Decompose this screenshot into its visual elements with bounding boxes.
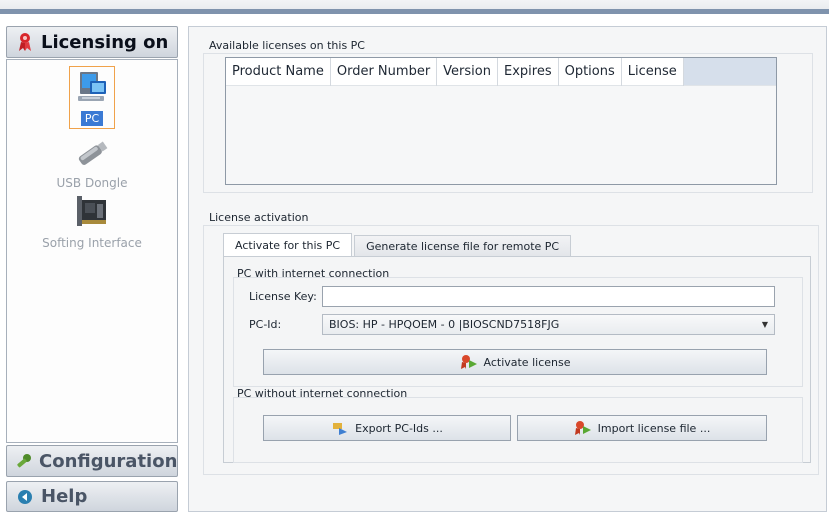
import-license-icon — [574, 420, 592, 436]
nav-configuration-label: Configuration — [39, 450, 178, 472]
nav-item-usb-dongle-label: USB Dongle — [56, 176, 128, 190]
pcid-selected-value: BIOS: HP - HPQOEM - 0 |BIOSCND7518FJG — [329, 318, 560, 331]
configuration-icon — [15, 451, 33, 471]
license-key-input[interactable] — [322, 286, 775, 307]
nav-configuration-header[interactable]: Configuration — [6, 445, 178, 477]
licensing-icon — [15, 32, 35, 52]
nav-devices-panel: PC USB Dongle Softing Interface — [6, 59, 178, 443]
import-license-file-button[interactable]: Import license file ... — [517, 415, 767, 441]
interface-card-icon — [73, 192, 111, 234]
pc-selected-frame: PC — [69, 66, 115, 129]
column-header-version[interactable]: Version — [437, 58, 498, 86]
column-header-expires[interactable]: Expires — [498, 58, 559, 86]
pc-icon — [74, 69, 110, 109]
activate-license-icon — [460, 354, 478, 370]
export-pcids-label: Export PC-Ids ... — [355, 421, 443, 435]
top-accent-line — [0, 9, 829, 14]
nav-licensing-header[interactable]: Licensing on — [6, 26, 178, 58]
chevron-down-icon: ▼ — [761, 320, 768, 329]
online-caption: PC with internet connection — [237, 267, 390, 280]
activate-license-label: Activate license — [483, 355, 571, 369]
column-header-options[interactable]: Options — [559, 58, 622, 86]
activate-license-button[interactable]: Activate license — [263, 349, 767, 375]
pcid-select[interactable]: BIOS: HP - HPQOEM - 0 |BIOSCND7518FJG ▼ — [322, 314, 775, 335]
import-license-file-label: Import license file ... — [597, 421, 711, 435]
nav-item-usb-dongle[interactable]: USB Dongle — [7, 138, 177, 190]
nav-item-pc[interactable]: PC — [7, 66, 177, 129]
left-navigation: Licensing on PC USB Dongle Softing Inter… — [6, 26, 178, 512]
tab-activate-for-this-pc[interactable]: Activate for this PC — [223, 233, 353, 257]
window-top-bar — [0, 0, 829, 14]
export-icon — [331, 420, 349, 436]
nav-licensing-label: Licensing on — [41, 31, 169, 53]
nav-item-pc-label: PC — [80, 111, 104, 126]
help-icon — [15, 487, 35, 507]
column-header-product-name[interactable]: Product Name — [226, 58, 331, 86]
pcid-label: PC-Id: — [249, 318, 282, 331]
column-header-license[interactable]: License — [622, 58, 684, 86]
licenses-table-header: Product Name Order Number Version Expire… — [226, 58, 776, 86]
header-filler — [683, 58, 776, 85]
licenses-caption: Available licenses on this PC — [209, 39, 365, 52]
activation-caption: License activation — [209, 211, 309, 224]
licenses-table[interactable]: Product Name Order Number Version Expire… — [225, 57, 777, 185]
nav-help-label: Help — [41, 486, 88, 507]
tab-generate-license-file[interactable]: Generate license file for remote PC — [354, 235, 572, 257]
nav-item-softing-interface[interactable]: Softing Interface — [7, 192, 177, 250]
nav-item-softing-interface-label: Softing Interface — [42, 236, 142, 250]
activation-tabs: Activate for this PC Generate license fi… — [223, 233, 573, 257]
main-panel: Available licenses on this PC Product Na… — [188, 26, 827, 512]
export-pcids-button[interactable]: Export PC-Ids ... — [263, 415, 511, 441]
column-header-order-number[interactable]: Order Number — [331, 58, 438, 86]
usb-dongle-icon — [72, 138, 112, 174]
nav-help-header[interactable]: Help — [6, 481, 178, 512]
license-key-label: License Key: — [249, 290, 317, 303]
